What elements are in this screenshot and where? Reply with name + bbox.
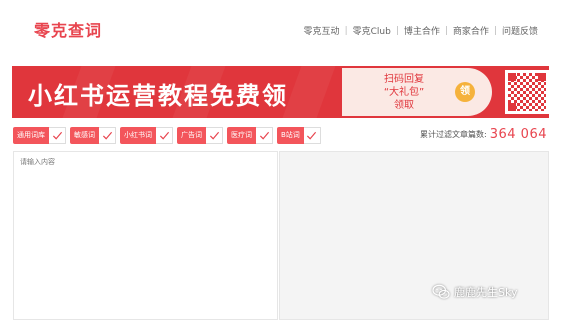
filter-label: 医疗词 <box>227 127 256 144</box>
article-counter: 累计过滤文章篇数: 364 064 <box>420 127 547 142</box>
top-nav: 零克互动 | 零克Club | 博主合作 | 商家合作 | 问题反馈 <box>299 24 543 38</box>
filter-checkbox[interactable] <box>206 127 223 144</box>
filter-label: 小红书词 <box>120 127 156 144</box>
filter-medical[interactable]: 医疗词 <box>227 127 273 144</box>
nav-item-club[interactable]: 零克Club <box>348 24 396 37</box>
nav-item-feedback[interactable]: 问题反馈 <box>497 24 543 37</box>
checkmark-icon <box>102 131 112 140</box>
nav-item-merchant-cooperation[interactable]: 商家合作 <box>448 24 494 37</box>
nav-item-blogger-cooperation[interactable]: 博主合作 <box>399 24 445 37</box>
checkmark-icon <box>259 131 269 140</box>
filter-checkbox[interactable] <box>99 127 116 144</box>
claim-badge: 领 <box>455 82 475 102</box>
cta-line: 扫码回复 <box>384 74 424 85</box>
filter-advertising[interactable]: 广告词 <box>177 127 223 144</box>
content-input-panel <box>13 151 278 320</box>
filter-checkbox[interactable] <box>256 127 273 144</box>
filter-bilibili[interactable]: B站词 <box>277 127 321 144</box>
watermark-text: 鹿鹿先生Sky <box>454 286 518 299</box>
header: 零克查词 零克互动 | 零克Club | 博主合作 | 商家合作 | 问题反馈 <box>0 0 565 58</box>
banner-title: 小红书运营教程免费领 <box>28 82 288 110</box>
banner-cta-text: 扫码回复 “大礼包” 领取 <box>364 73 444 112</box>
wechat-icon <box>432 284 450 299</box>
watermark: 鹿鹿先生Sky <box>432 284 517 300</box>
checkmark-icon <box>209 131 219 140</box>
filter-label: 通用词库 <box>13 127 49 144</box>
cta-line: “大礼包” <box>383 87 425 98</box>
checkmark-icon <box>159 131 169 140</box>
banner-cta: 扫码回复 “大礼包” 领取 领 <box>342 68 492 116</box>
filter-sensitive[interactable]: 敏感词 <box>70 127 116 144</box>
cta-line: 领取 <box>394 100 414 111</box>
counter-label: 累计过滤文章篇数: <box>420 130 487 139</box>
filter-checkbox[interactable] <box>303 127 321 144</box>
filter-label: B站词 <box>277 127 304 144</box>
filter-label: 敏感词 <box>70 127 99 144</box>
content-input[interactable] <box>14 152 277 319</box>
site-logo[interactable]: 零克查词 <box>34 17 102 41</box>
promo-banner[interactable]: 小红书运营教程免费领 扫码回复 “大礼包” 领取 领 <box>12 66 549 118</box>
filter-checkbox[interactable] <box>156 127 173 144</box>
nav-item-interact[interactable]: 零克互动 <box>299 24 345 37</box>
filter-label: 广告词 <box>177 127 206 144</box>
filter-xiaohongshu[interactable]: 小红书词 <box>120 127 173 144</box>
checkmark-icon <box>52 131 62 140</box>
filter-general[interactable]: 通用词库 <box>13 127 66 144</box>
qr-code <box>505 70 549 114</box>
banner-decoration <box>282 66 336 118</box>
filter-bar: 通用词库 敏感词 小红书词 广告词 医疗词 B站词 <box>13 127 325 144</box>
counter-value: 364 064 <box>489 127 547 142</box>
filter-checkbox[interactable] <box>49 127 66 144</box>
checkmark-icon <box>307 131 317 140</box>
